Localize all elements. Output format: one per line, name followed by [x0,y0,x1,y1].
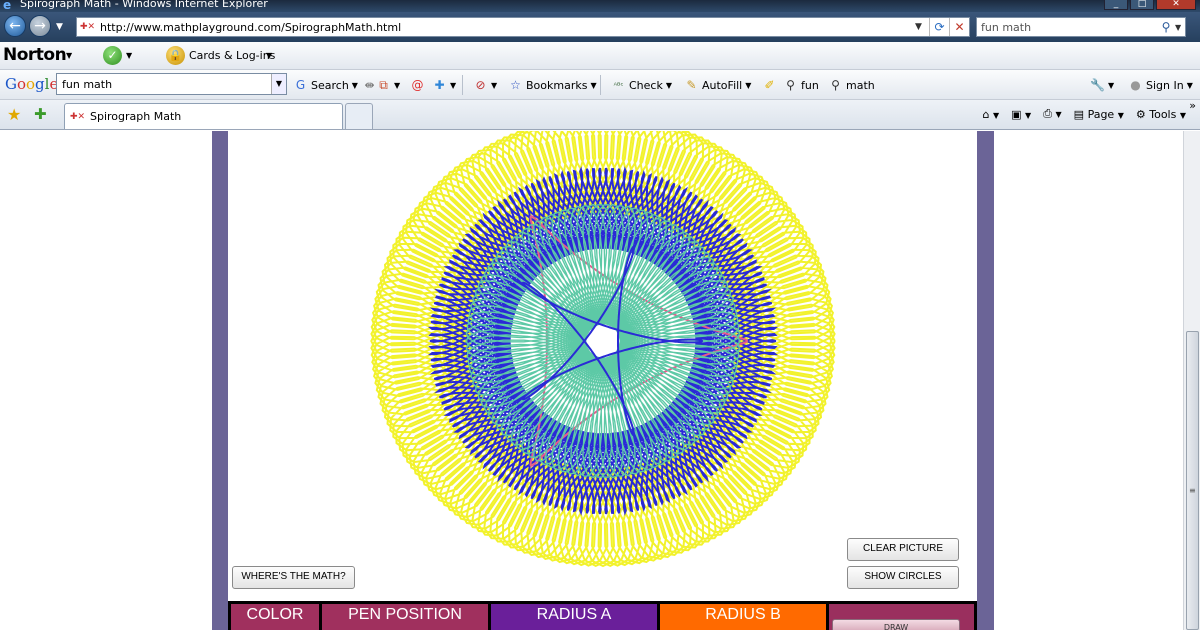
wheres-the-math-button[interactable]: WHERE'S THE MATH? [232,566,355,589]
scrollbar-thumb[interactable] [1186,331,1199,630]
home-icon: ⌂ [982,107,990,121]
window-title-bar: e Spirograph Math - Windows Internet Exp… [0,0,1200,12]
ie-icon: e [3,0,12,12]
cards-logins-dropdown-icon[interactable]: ▼ [266,51,272,60]
new-tab-button[interactable] [345,103,373,129]
safe-web-dropdown-icon[interactable]: ▼ [126,51,132,60]
find-fun-button[interactable]: ⚲ fun [783,78,819,93]
command-bar: ⌂ ▼ ▣ ▼ ⎙ ▼ ▤ Page ▼ ⚙ Tools ▼ [982,107,1186,121]
refresh-icon[interactable]: ⟳ [929,18,949,36]
search-icon[interactable]: ⚲ [1157,20,1175,34]
google-search-icon: G [295,78,306,92]
autofill-icon: ✎ [686,78,697,92]
find-math-button[interactable]: ⚲ math [828,78,875,93]
norton-dropdown-icon[interactable]: ▼ [66,51,72,60]
wrench-icon: 🔧 [1090,78,1105,92]
printer-icon: ⎙ [1043,107,1052,120]
maximize-button[interactable]: □ [1130,0,1154,10]
safe-web-check-icon[interactable]: ✓ [103,46,122,65]
gear-icon: ⚙ [1135,107,1146,121]
print-button[interactable]: ⎙ ▼ [1043,107,1061,121]
popup-blocker-button[interactable]: ⧉ ▼ [376,78,400,93]
google-search-button[interactable]: G Search ▼ [293,78,358,93]
search-dropdown-icon[interactable]: ▼ [352,81,358,90]
toolbar-separator [600,75,601,95]
minimize-button[interactable]: _ [1104,0,1128,10]
radius-a-tab[interactable]: RADIUS A [491,604,657,630]
clear-picture-button[interactable]: CLEAR PICTURE [847,538,959,561]
address-bar[interactable]: ✚✕ http://www.mathplayground.com/Spirogr… [76,17,970,37]
plus-icon: ✚ [434,78,445,92]
vertical-scrollbar[interactable]: ≡ [1183,131,1200,630]
site-favicon-icon: ✚✕ [80,22,96,32]
google-logo[interactable]: Google [5,75,58,93]
norton-logo[interactable]: Norton [3,45,67,65]
home-button[interactable]: ⌂ ▼ [982,108,999,121]
spell-check-button[interactable]: ᴬᴮᶜ Check ▼ [611,78,672,93]
highlight-button[interactable]: ✐ [762,78,777,93]
live-search-input[interactable]: fun math [977,21,1157,34]
spiro-curve [370,131,836,568]
radius-b-tab[interactable]: RADIUS B [660,604,826,630]
stop-icon[interactable]: ✕ [949,18,969,36]
norton-toolbar: Norton ▼ ✓ ▼ 🔒 Cards & Log-ins ▼ [0,42,1200,70]
close-window-button[interactable]: ✕ [1156,0,1196,10]
tab-bar: ★ ✚ ✚✕ Spirograph Math ⌂ ▼ ▣ ▼ ⎙ ▼ ▤ Pag… [0,99,1200,130]
autofill-button[interactable]: ✎ AutoFill ▼ [684,78,751,93]
add-button[interactable]: ✚ ▼ [432,78,456,93]
google-search-input[interactable] [57,74,271,94]
cards-logins-button[interactable]: Cards & Log-ins [189,49,275,62]
magnifier-icon: ⚲ [831,78,840,92]
more-commands-icon[interactable]: » [1189,99,1196,112]
page-icon: ▤ [1073,107,1085,121]
star-outline-icon: ☆ [510,78,521,92]
spellcheck-icon: ᴬᴮᶜ [613,81,624,90]
recent-pages-dropdown-icon[interactable]: ▼ [56,22,63,32]
tools-menu-button[interactable]: ⚙ Tools ▼ [1136,108,1186,121]
google-search-field[interactable]: ▼ [56,73,287,95]
spiral-icon: @ [411,78,424,92]
google-spiral-button[interactable]: @ [410,78,425,93]
toolbar-separator [462,75,463,95]
rss-icon: ▣ [1011,107,1022,121]
tab-spirograph-math[interactable]: ✚✕ Spirograph Math [64,103,343,129]
page-menu-button[interactable]: ▤ Page ▼ [1074,108,1124,121]
sign-in-circle-icon: ● [1130,78,1141,92]
window-controls: _ □ ✕ [1104,0,1196,10]
tab-label: Spirograph Math [90,110,182,123]
magnifier-icon: ⚲ [786,78,795,92]
identity-safe-lock-icon[interactable]: 🔒 [166,46,185,65]
pen-position-tab[interactable]: PEN POSITION [322,604,488,630]
window-title: Spirograph Math - Windows Internet Explo… [20,0,268,10]
favorites-star-icon[interactable]: ★ [7,105,21,124]
add-favorite-icon[interactable]: ✚ [34,105,47,123]
live-search-box[interactable]: fun math ⚲ ▼ [976,17,1186,37]
toolbar-more-icon[interactable]: ⇼ [362,78,377,93]
spirograph-curves [370,131,836,568]
show-circles-button[interactable]: SHOW CIRCLES [847,566,959,589]
address-dropdown-icon[interactable]: ▼ [915,22,929,32]
blocked-button[interactable]: ⊘ ▼ [473,78,497,93]
blocked-icon: ⊘ [475,78,486,92]
bookmarks-button[interactable]: ☆ Bookmarks ▼ [508,78,597,93]
search-options-dropdown-icon[interactable]: ▼ [1175,23,1185,32]
scrollbar-grip-icon: ≡ [1189,486,1196,495]
tab-favicon-icon: ✚✕ [70,111,86,122]
sign-in-button[interactable]: ● Sign In ▼ [1128,78,1193,93]
spirograph-drawing [370,131,836,568]
highlighter-icon: ✐ [764,78,775,92]
back-button[interactable]: ← [4,15,26,37]
address-url[interactable]: http://www.mathplayground.com/Spirograph… [100,21,915,34]
address-bar-row: ← → ▼ ✚✕ http://www.mathplayground.com/S… [0,12,1200,42]
popup-blocker-icon: ⧉ [379,78,388,92]
spirograph-canvas[interactable]: CLEAR PICTURE SHOW CIRCLES WHERE'S THE M… [228,131,977,601]
google-search-dropdown-icon[interactable]: ▼ [271,74,286,94]
google-toolbar: Google ▼ G Search ▼ ⇼ ⧉ ▼ @ ✚ ▼ ⊘ ▼ ☆ Bo… [0,70,1200,100]
page-content: CLEAR PICTURE SHOW CIRCLES WHERE'S THE M… [0,131,1183,630]
forward-button[interactable]: → [29,15,51,37]
color-tab[interactable]: COLOR [231,604,319,630]
feeds-button[interactable]: ▣ ▼ [1011,108,1031,121]
settings-button[interactable]: 🔧 ▼ [1090,78,1114,93]
draw-button[interactable]: DRAW [832,619,960,630]
